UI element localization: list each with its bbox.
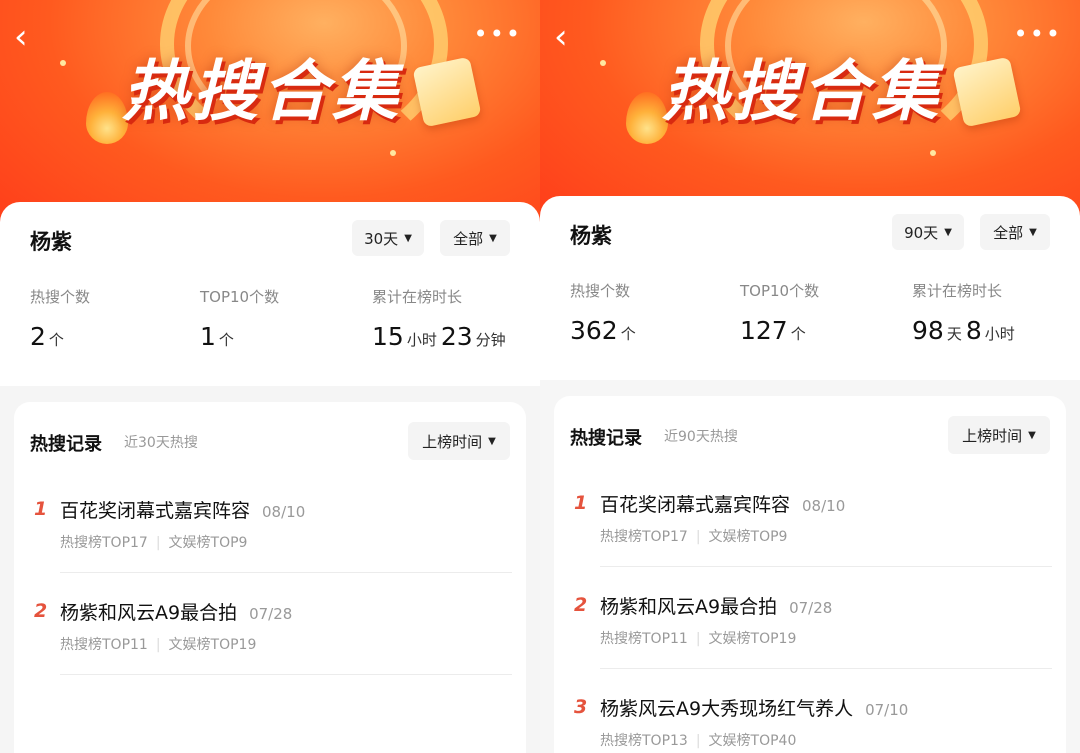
sparkle-icon [390, 150, 396, 156]
item-title: 百花奖闭幕式嘉宾阵容 08/10 [600, 494, 846, 516]
sort-dropdown-label: 上榜时间 [422, 432, 483, 451]
category-dropdown-label: 全部 [453, 229, 484, 248]
sparkle-icon [930, 150, 936, 156]
period-dropdown-label: 90天 [904, 223, 939, 242]
rank-number: 1 [34, 498, 48, 520]
category-dropdown-label: 全部 [993, 223, 1024, 242]
duration-value: 15 小时 23 分钟 [372, 322, 506, 351]
item-tags: 热搜榜TOP13 | 文娱榜TOP40 [600, 733, 797, 749]
caret-down-icon: ▼ [1028, 429, 1036, 441]
category-dropdown[interactable]: 全部 ▼ [980, 214, 1050, 250]
sparkle-icon [60, 60, 66, 66]
item-title: 杨紫风云A9大秀现场红气养人 07/10 [600, 698, 909, 720]
item-date: 08/10 [802, 497, 846, 515]
records-title: 热搜记录 [570, 428, 642, 449]
records-card: 热搜记录 近90天热搜 上榜时间 ▼ 1 百花奖闭幕式嘉宾阵容 08/10 热搜榜… [554, 396, 1066, 753]
divider [60, 572, 512, 573]
caret-down-icon: ▼ [1029, 226, 1037, 238]
divider [600, 668, 1052, 669]
item-tags: 热搜榜TOP17 | 文娱榜TOP9 [600, 529, 788, 545]
sort-dropdown-label: 上榜时间 [962, 426, 1023, 445]
top10-count-value: 1个 [200, 322, 234, 351]
records-card: 热搜记录 近30天热搜 上榜时间 ▼ 1 百花奖闭幕式嘉宾阵容 08/10 热搜榜… [14, 402, 526, 753]
duration-value: 98 天 8 小时 [912, 316, 1015, 345]
banner: ‹ ••• 热搜合集 [540, 0, 1080, 220]
celebrity-name: 杨紫 [30, 230, 72, 254]
hot-search-panel-90d: ‹ ••• 热搜合集 杨紫 90天 ▼ 全部 ▼ 热搜个数 TOP10个数 累计… [540, 0, 1080, 753]
more-dots-icon[interactable]: ••• [1014, 22, 1062, 46]
top10-count-label: TOP10个数 [740, 282, 820, 300]
records-subtitle: 近90天热搜 [664, 429, 738, 445]
item-title: 杨紫和风云A9最合拍 07/28 [600, 596, 833, 618]
rank-number: 1 [574, 492, 588, 514]
item-date: 07/28 [789, 599, 833, 617]
divider [60, 674, 512, 675]
banner-title: 热搜合集 [662, 53, 942, 130]
list-item[interactable]: 2 杨紫和风云A9最合拍 07/28 热搜榜TOP11 | 文娱榜TOP19 [554, 584, 1066, 686]
period-dropdown[interactable]: 90天 ▼ [892, 214, 964, 250]
caret-down-icon: ▼ [404, 232, 412, 244]
chevron-left-icon[interactable]: ‹ [14, 20, 44, 54]
hot-count-value: 362 个 [570, 316, 636, 345]
hot-count-label: 热搜个数 [570, 282, 631, 300]
summary-card: 杨紫 30天 ▼ 全部 ▼ 热搜个数 TOP10个数 累计在榜时长 2个 1个 … [0, 202, 540, 386]
hot-search-panel-30d: ‹ ••• 热搜合集 杨紫 30天 ▼ 全部 ▼ 热搜个数 TOP10个数 累计… [0, 0, 540, 753]
sort-dropdown[interactable]: 上榜时间 ▼ [948, 416, 1050, 454]
top10-count-value: 127 个 [740, 316, 806, 345]
caret-down-icon: ▼ [944, 226, 952, 238]
chevron-left-icon[interactable]: ‹ [554, 20, 584, 54]
caret-down-icon: ▼ [488, 435, 496, 447]
item-title: 百花奖闭幕式嘉宾阵容 08/10 [60, 500, 306, 522]
category-dropdown[interactable]: 全部 ▼ [440, 220, 510, 256]
item-title: 杨紫和风云A9最合拍 07/28 [60, 602, 293, 624]
more-dots-icon[interactable]: ••• [474, 22, 522, 46]
period-dropdown-label: 30天 [364, 229, 399, 248]
item-date: 07/10 [865, 701, 909, 719]
list-item[interactable]: 3 杨紫风云A9大秀现场红气养人 07/10 热搜榜TOP13 | 文娱榜TOP40 [554, 686, 1066, 753]
item-date: 08/10 [262, 503, 306, 521]
duration-label: 累计在榜时长 [372, 288, 463, 306]
top10-count-label: TOP10个数 [200, 288, 280, 306]
records-title: 热搜记录 [30, 434, 102, 455]
hot-count-value: 2个 [30, 322, 64, 351]
hot-count-label: 热搜个数 [30, 288, 91, 306]
sparkle-icon [600, 60, 606, 66]
summary-card: 杨紫 90天 ▼ 全部 ▼ 热搜个数 TOP10个数 累计在榜时长 362 个 1… [540, 196, 1080, 380]
gift-icon [952, 56, 1022, 128]
item-tags: 热搜榜TOP11 | 文娱榜TOP19 [600, 631, 797, 647]
rank-number: 3 [574, 696, 588, 718]
list-item[interactable]: 1 百花奖闭幕式嘉宾阵容 08/10 热搜榜TOP17 | 文娱榜TOP9 [14, 488, 526, 590]
list-item[interactable]: 1 百花奖闭幕式嘉宾阵容 08/10 热搜榜TOP17 | 文娱榜TOP9 [554, 482, 1066, 584]
divider [600, 566, 1052, 567]
sort-dropdown[interactable]: 上榜时间 ▼ [408, 422, 510, 460]
item-date: 07/28 [249, 605, 293, 623]
celebrity-name: 杨紫 [570, 224, 612, 248]
caret-down-icon: ▼ [489, 232, 497, 244]
list-item[interactable]: 2 杨紫和风云A9最合拍 07/28 热搜榜TOP11 | 文娱榜TOP19 [14, 590, 526, 692]
item-tags: 热搜榜TOP17 | 文娱榜TOP9 [60, 535, 248, 551]
banner-title: 热搜合集 [122, 53, 402, 130]
records-subtitle: 近30天热搜 [124, 435, 198, 451]
period-dropdown[interactable]: 30天 ▼ [352, 220, 424, 256]
gift-icon [412, 56, 482, 128]
item-tags: 热搜榜TOP11 | 文娱榜TOP19 [60, 637, 257, 653]
banner: ‹ ••• 热搜合集 [0, 0, 540, 230]
rank-number: 2 [34, 600, 48, 622]
duration-label: 累计在榜时长 [912, 282, 1003, 300]
rank-number: 2 [574, 594, 588, 616]
